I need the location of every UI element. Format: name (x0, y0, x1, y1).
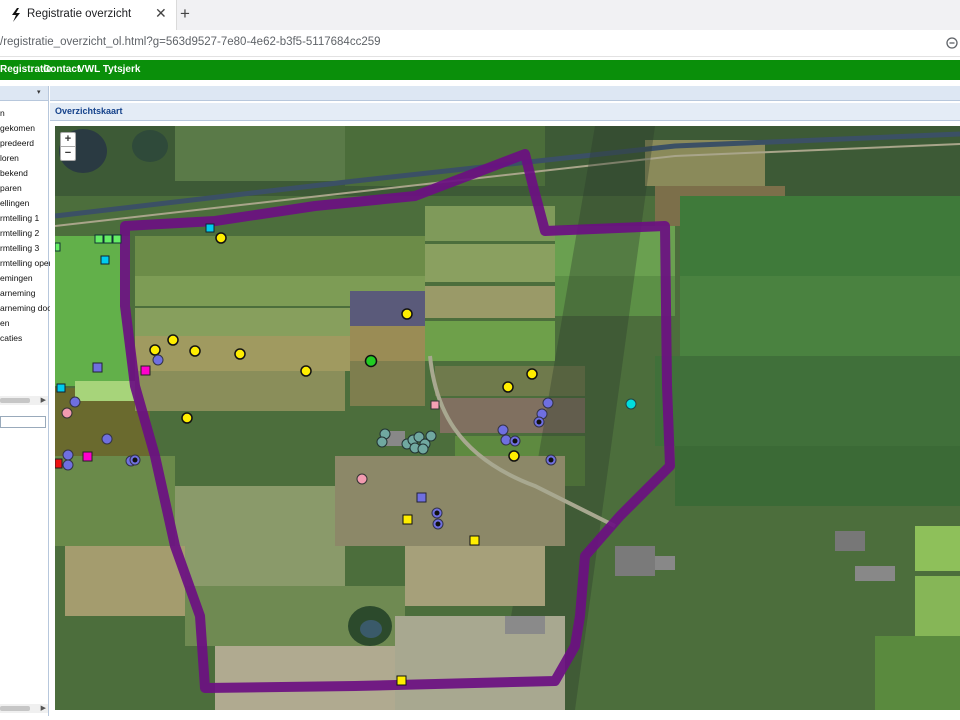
blue-marker (497, 424, 509, 436)
sidebar-scrollbar[interactable]: ▶ (0, 396, 48, 405)
browser-tabbar: Registratie overzicht ✕ + (0, 0, 960, 30)
blue-marker (69, 396, 81, 408)
scroll-right-icon[interactable]: ▶ (41, 704, 46, 712)
yellow-marker (167, 334, 179, 346)
green-marker (364, 354, 378, 368)
zoom-out-button[interactable]: − (61, 147, 75, 160)
scrollbar-thumb[interactable] (0, 398, 30, 403)
blue-marker (62, 459, 74, 471)
blue-marker (62, 449, 74, 461)
blue-square-marker (416, 492, 427, 503)
yellow-marker (300, 365, 312, 377)
sidebar-item[interactable]: rmtelling oper (0, 258, 52, 268)
blue-marker (152, 354, 164, 366)
sidebar-header: ▾ (0, 86, 48, 101)
pink-square-marker (430, 400, 440, 410)
yellow-marker (189, 345, 201, 357)
yellow-marker (181, 412, 193, 424)
blue-marker (542, 397, 554, 409)
panel-title: Overzichtskaart (55, 106, 123, 116)
red-square-marker (55, 458, 63, 469)
yellow-marker (149, 344, 161, 356)
close-tab-icon[interactable]: ✕ (155, 5, 167, 22)
yellow-square-marker (396, 675, 407, 686)
scrollbar-thumb[interactable] (0, 706, 30, 711)
sidebar-item[interactable]: rmtelling 3 (0, 243, 39, 253)
app-nav: Registratie Contact VWL Tytsjerk (0, 60, 960, 80)
tab-title: Registratie overzicht (27, 8, 132, 20)
blue-square-marker (92, 362, 103, 373)
favicon-icon (12, 8, 20, 22)
sidebar-item[interactable]: rmtelling 1 (0, 213, 39, 223)
sidebar-item[interactable]: arneming (0, 288, 35, 298)
left-sidebar: ▾ n gekomen predeerd loren bekend paren … (0, 86, 52, 716)
yellow-marker (234, 348, 246, 360)
new-tab-button[interactable]: + (180, 4, 190, 24)
yellow-marker (401, 308, 413, 320)
sidebar-item[interactable]: bekend (0, 168, 28, 178)
panel-header: Overzichtskaart (50, 103, 960, 121)
pink-marker (61, 407, 73, 419)
cyan-marker (625, 398, 637, 410)
sidebar-item[interactable]: caties (0, 333, 22, 343)
blue-marker (101, 433, 113, 445)
sidebar-item[interactable]: ellingen (0, 198, 29, 208)
cyan-square-marker (100, 255, 110, 265)
magenta-square-marker (140, 365, 151, 376)
sidebar-search-input[interactable] (0, 416, 46, 428)
sidebar-item[interactable]: arneming doo (0, 303, 52, 313)
blue-marker (500, 434, 512, 446)
browser-tab[interactable]: Registratie overzicht ✕ (0, 0, 177, 30)
main-toptab (50, 86, 960, 101)
pink-marker (356, 473, 368, 485)
sidebar-item[interactable]: n (0, 108, 5, 118)
yellow-marker (215, 232, 227, 244)
yellow-marker (526, 368, 538, 380)
yellow-square-marker (469, 535, 480, 546)
sidebar-item[interactable]: emingen (0, 273, 33, 283)
yellow-square-marker (402, 514, 413, 525)
sidebar-item[interactable]: gekomen (0, 123, 35, 133)
nav-contact[interactable]: Contact (43, 64, 80, 75)
collapse-icon[interactable]: ▾ (37, 88, 41, 96)
satellite-map[interactable] (55, 126, 960, 710)
extension-icon[interactable] (946, 37, 958, 49)
yellow-marker (508, 450, 520, 462)
zoom-control: + − (60, 132, 76, 161)
main-panel: Overzichtskaart + − (50, 86, 960, 716)
magenta-square-marker (82, 451, 93, 462)
sidebar-item[interactable]: en (0, 318, 9, 328)
sidebar-item[interactable]: predeerd (0, 138, 34, 148)
sidebar-bottom-scrollbar[interactable]: ▶ (0, 704, 48, 713)
scroll-right-icon[interactable]: ▶ (41, 396, 46, 404)
sidebar-item[interactable]: loren (0, 153, 19, 163)
cyan-square-marker (56, 383, 66, 393)
yellow-marker (502, 381, 514, 393)
cyan-square-marker (205, 223, 215, 233)
map-view[interactable]: + − (55, 126, 960, 710)
zoom-in-button[interactable]: + (61, 133, 75, 147)
url-text[interactable]: /registratie_overzicht_ol.html?g=563d952… (0, 36, 381, 48)
address-bar[interactable]: /registratie_overzicht_ol.html?g=563d952… (0, 30, 960, 57)
sidebar-item[interactable]: paren (0, 183, 22, 193)
sidebar-item[interactable]: rmtelling 2 (0, 228, 39, 238)
nav-vwl-tytsjerk[interactable]: VWL Tytsjerk (78, 64, 140, 75)
